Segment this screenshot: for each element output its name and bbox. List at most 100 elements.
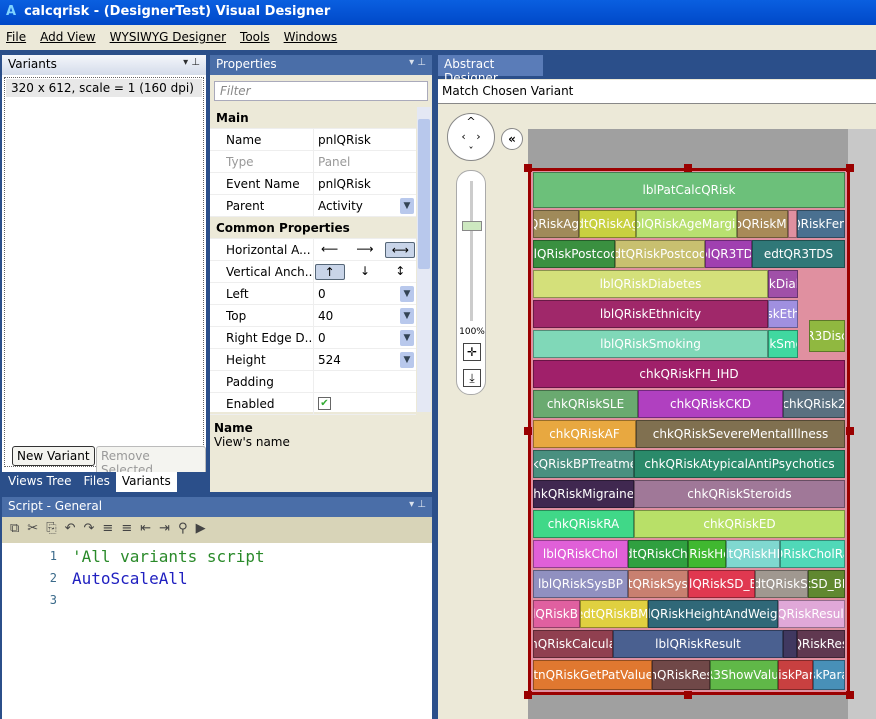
property-value[interactable]: 0: [318, 287, 326, 301]
designer-view[interactable]: lQRiskAge: [533, 210, 579, 238]
chevron-down-icon[interactable]: ▼: [400, 285, 414, 302]
designer-view[interactable]: edtQRiskChol: [628, 540, 688, 568]
anchor-bottom-button[interactable]: ↓: [350, 264, 380, 280]
chevron-down-icon[interactable]: ▼: [400, 307, 414, 324]
designer-view[interactable]: chkQRiskSLE: [533, 390, 638, 418]
variant-mode-select[interactable]: Match Chosen Variant: [438, 80, 876, 104]
form-panel[interactable]: lblPatCalcQRisklQRiskAgeedtQRiskAgelblQR…: [528, 168, 850, 695]
designer-view[interactable]: chkQRiskCKD: [638, 390, 783, 418]
designer-view[interactable]: QRiskHdl: [688, 540, 726, 568]
redo-icon[interactable]: ↷: [84, 521, 95, 539]
indent-icon[interactable]: ⇥: [159, 521, 170, 539]
designer-view[interactable]: lblQRiskPostcode: [533, 240, 615, 268]
filter-input[interactable]: Filter: [214, 81, 428, 101]
chevron-down-icon[interactable]: ▼: [400, 351, 414, 368]
undo-icon[interactable]: ↶: [65, 521, 76, 539]
designer-view[interactable]: btnQRiskGetPatValues: [533, 660, 652, 690]
pin-icon[interactable]: ▾ ⊥: [409, 57, 426, 73]
designer-view[interactable]: lblQRiskResult: [797, 630, 845, 658]
designer-view[interactable]: chkQRiskED: [634, 510, 845, 538]
comment-icon[interactable]: ≡: [102, 521, 113, 539]
tab-variants[interactable]: Variants: [115, 472, 177, 492]
menu-wysiwyg-designer[interactable]: WYSIWYG Designer: [110, 30, 226, 45]
designer-view[interactable]: edtQRiskSysBP: [628, 570, 688, 598]
designer-view[interactable]: R3Disc: [809, 320, 845, 352]
property-value[interactable]: pnlQRisk: [318, 133, 371, 147]
designer-view[interactable]: kSD_BP: [808, 570, 845, 598]
zoom-slider[interactable]: 100% ✛ ⤓: [456, 170, 486, 395]
zoom-thumb[interactable]: [462, 221, 482, 231]
code-text[interactable]: 'All variants script: [72, 547, 265, 566]
menu-add-view[interactable]: Add View: [40, 30, 96, 45]
resize-handle[interactable]: [846, 691, 854, 699]
fit-icon[interactable]: ✛: [463, 343, 481, 361]
cut-icon[interactable]: ✂: [27, 521, 38, 539]
copy-icon[interactable]: ⧉: [10, 521, 19, 539]
pin-icon[interactable]: ▾ ⊥: [409, 499, 426, 515]
zoom-track[interactable]: [470, 181, 473, 321]
resize-handle[interactable]: [846, 427, 854, 435]
designer-view[interactable]: chkQRiskSevereMentalIllness: [636, 420, 845, 448]
resize-handle[interactable]: [846, 164, 854, 172]
designer-view[interactable]: [783, 630, 797, 658]
anchor-both-button[interactable]: ⟷: [385, 241, 416, 258]
designer-view[interactable]: QRiskFem: [797, 210, 845, 238]
designer-view[interactable]: QR3ShowValues: [710, 660, 778, 690]
anchor-right-button[interactable]: ⟶: [350, 242, 380, 258]
designer-view[interactable]: lblQR3TDS: [705, 240, 752, 268]
resize-handle[interactable]: [524, 164, 532, 172]
designer-view[interactable]: [788, 210, 797, 238]
tab-views-tree[interactable]: Views Tree: [2, 472, 78, 492]
designer-view[interactable]: chkQRiskAF: [533, 420, 636, 448]
designer-view[interactable]: edtQRiskAge: [579, 210, 636, 238]
anchor-both-vertical-button[interactable]: ↕: [385, 264, 415, 280]
designer-view[interactable]: lblQRiskSmoking: [533, 330, 768, 358]
designer-view[interactable]: lblQRiskDiabetes: [533, 270, 768, 298]
designer-view[interactable]: lblQRiskResultW: [778, 600, 845, 628]
resize-handle[interactable]: [684, 691, 692, 699]
designer-view[interactable]: lblQRiskSysBP: [533, 570, 628, 598]
variant-item[interactable]: 320 x 612, scale = 1 (160 dpi): [6, 79, 202, 97]
menu-windows[interactable]: Windows: [284, 30, 338, 45]
designer-view[interactable]: chkQRiskSteroids: [634, 480, 845, 508]
tab-abstract-designer[interactable]: Abstract Designer: [438, 55, 543, 85]
category-main[interactable]: Main: [210, 107, 416, 129]
menu-file[interactable]: File: [6, 30, 26, 45]
designer-view[interactable]: lblQRiskAgeMargin: [636, 210, 737, 238]
designer-view[interactable]: chkQRiskBPTreatment: [533, 450, 634, 478]
designer-view[interactable]: btnQRiskCalculate: [533, 630, 613, 658]
designer-view[interactable]: lblQRiskBMI: [533, 600, 580, 628]
anchor-top-button[interactable]: ↑: [314, 263, 345, 280]
designer-view[interactable]: chkQRisk2: [783, 390, 845, 418]
resize-handle[interactable]: [524, 427, 532, 435]
designer-view[interactable]: btnQRiskReset: [652, 660, 710, 690]
designer-view[interactable]: lblPatCalcQRisk: [533, 172, 845, 208]
anchor-left-button[interactable]: ⟵: [315, 242, 345, 258]
designer-view[interactable]: lblQRiskHeightAndWeight: [648, 600, 778, 628]
property-value[interactable]: 40: [318, 309, 333, 323]
designer-view[interactable]: edtQRiskHDL: [726, 540, 780, 568]
chevron-down-icon[interactable]: ▼: [400, 197, 414, 214]
resize-handle[interactable]: [684, 164, 692, 172]
code-editor[interactable]: 1 'All variants script 2 AutoScaleAll 3: [2, 545, 416, 611]
designer-view[interactable]: lblQRiskResult: [613, 630, 783, 658]
search-icon[interactable]: ⚲: [178, 521, 188, 539]
pin-icon[interactable]: ▾ ⊥: [183, 57, 200, 73]
designer-view[interactable]: lbQRiskMa: [737, 210, 788, 238]
designer-view[interactable]: edtQRiskPostcode: [615, 240, 705, 268]
property-value[interactable]: 524: [318, 353, 341, 367]
property-value[interactable]: Activity: [318, 199, 363, 213]
property-value[interactable]: pnlQRisk: [318, 177, 371, 191]
designer-view[interactable]: lblQRiskEthnicity: [533, 300, 768, 328]
designer-view[interactable]: skSmo: [768, 330, 798, 358]
run-icon[interactable]: ▶: [196, 521, 206, 539]
new-variant-button[interactable]: New Variant: [12, 446, 95, 466]
designer-view[interactable]: edtQRiskSD: [755, 570, 808, 598]
designer-view[interactable]: chkQRiskAtypicalAntiPsychotics: [634, 450, 845, 478]
resize-handle[interactable]: [524, 691, 532, 699]
scrollbar-thumb[interactable]: [418, 119, 430, 269]
designer-view[interactable]: RiskPara: [778, 660, 813, 690]
designer-view[interactable]: chkQRiskMigraines: [533, 480, 634, 508]
designer-view[interactable]: lblQRiskCholRatio: [780, 540, 845, 568]
designer-view[interactable]: edtQRiskBMI: [580, 600, 648, 628]
